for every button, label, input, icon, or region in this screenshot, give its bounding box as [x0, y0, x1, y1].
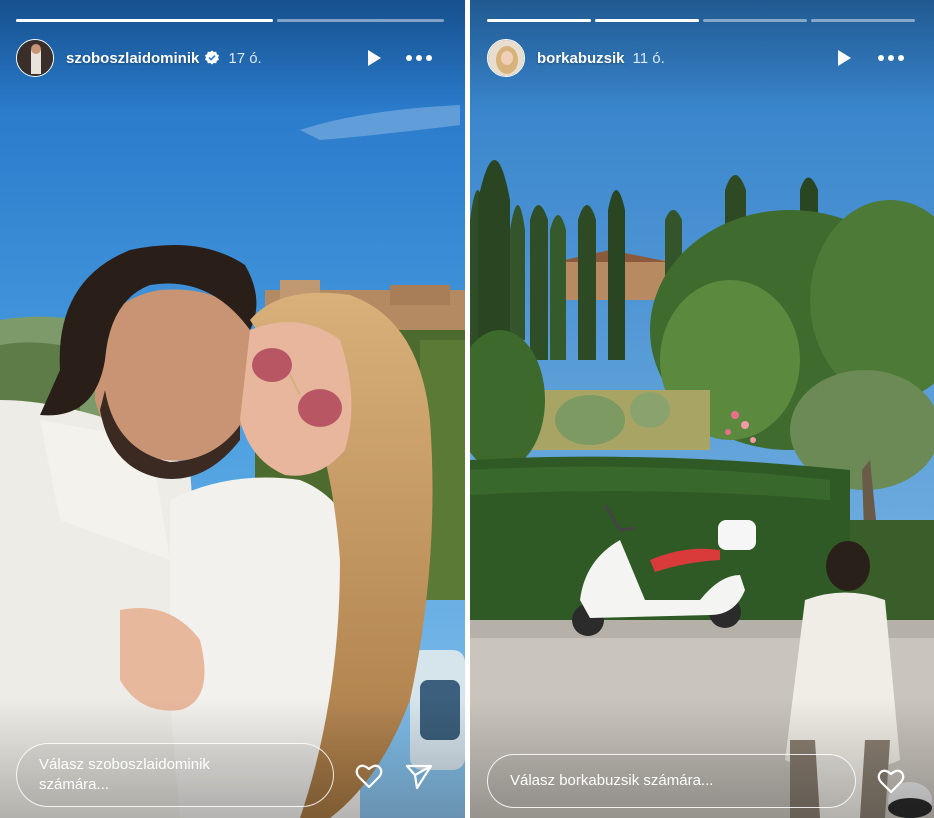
progress-segment — [811, 19, 915, 22]
play-button[interactable] — [832, 46, 856, 70]
progress-bar — [16, 19, 444, 22]
play-icon — [838, 50, 851, 66]
play-icon — [368, 50, 381, 66]
avatar[interactable] — [487, 39, 525, 77]
story-panel-right[interactable]: borkabuzsik 11 ó. Válasz borkabuzsik szá… — [470, 0, 934, 818]
verified-badge-icon — [205, 50, 220, 65]
more-options-button[interactable] — [876, 46, 906, 70]
like-button[interactable] — [354, 761, 384, 791]
story-photo — [0, 0, 465, 818]
more-options-icon — [878, 55, 904, 61]
story-header: borkabuzsik 11 ó. — [487, 38, 665, 78]
progress-segment — [487, 19, 591, 22]
avatar[interactable] — [16, 39, 54, 77]
progress-segment — [277, 19, 444, 22]
progress-segment — [16, 19, 273, 22]
heart-icon — [355, 764, 383, 789]
reply-input[interactable]: Válasz szoboszlaidominik számára... — [16, 743, 334, 807]
story-header: szoboszlaidominik 17 ó. — [16, 38, 262, 78]
username[interactable]: borkabuzsik — [537, 50, 625, 67]
post-time: 11 ó. — [632, 49, 665, 67]
progress-bar — [487, 19, 915, 22]
story-panel-left[interactable]: szoboszlaidominik 17 ó. Válasz szoboszla… — [0, 0, 465, 818]
username[interactable]: szoboszlaidominik — [66, 50, 199, 67]
like-button[interactable] — [876, 766, 906, 796]
post-time: 17 ó. — [228, 49, 262, 67]
heart-icon — [877, 769, 905, 794]
progress-segment — [703, 19, 807, 22]
more-options-icon — [406, 55, 432, 61]
share-button[interactable] — [404, 761, 434, 791]
progress-segment — [595, 19, 699, 22]
story-photo — [470, 0, 934, 818]
reply-placeholder: Válasz borkabuzsik számára... — [510, 772, 714, 789]
send-icon — [405, 764, 433, 790]
reply-placeholder: Válasz szoboszlaidominik számára... — [39, 756, 210, 793]
reply-input[interactable]: Válasz borkabuzsik számára... — [487, 754, 856, 808]
more-options-button[interactable] — [404, 46, 434, 70]
play-button[interactable] — [362, 46, 386, 70]
